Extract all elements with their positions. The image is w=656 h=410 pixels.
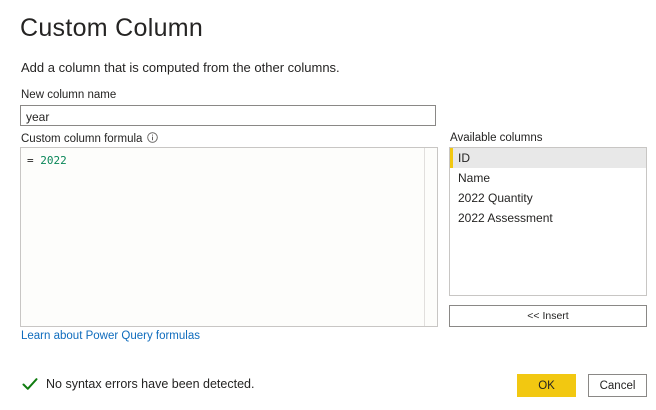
formula-value: 2022: [40, 154, 67, 167]
new-column-name-input[interactable]: [20, 105, 436, 126]
learn-power-query-link[interactable]: Learn about Power Query formulas: [21, 330, 200, 342]
new-column-name-label: New column name: [21, 89, 117, 101]
checkmark-icon: [22, 378, 38, 390]
formula-text[interactable]: = 2022: [27, 154, 67, 167]
formula-scrollbar-track: [424, 148, 425, 326]
insert-button[interactable]: << Insert: [449, 305, 647, 327]
custom-column-dialog: Custom Column Add a column that is compu…: [0, 0, 656, 410]
available-columns-label: Available columns: [450, 132, 543, 144]
custom-column-formula-label: Custom column formula: [21, 132, 159, 145]
cancel-button[interactable]: Cancel: [588, 374, 647, 397]
formula-label-text: Custom column formula: [21, 133, 143, 145]
syntax-status-text: No syntax errors have been detected.: [46, 377, 255, 391]
column-item-2022-quantity[interactable]: 2022 Quantity: [450, 188, 646, 208]
formula-editor[interactable]: = 2022: [20, 147, 438, 327]
info-icon[interactable]: [147, 132, 159, 143]
column-item-2022-assessment[interactable]: 2022 Assessment: [450, 208, 646, 228]
available-columns-list: ID Name 2022 Quantity 2022 Assessment: [449, 147, 647, 296]
dialog-subtitle: Add a column that is computed from the o…: [21, 60, 340, 75]
column-item-name[interactable]: Name: [450, 168, 646, 188]
syntax-status: No syntax errors have been detected.: [22, 377, 254, 391]
dialog-title: Custom Column: [20, 14, 204, 42]
column-item-id[interactable]: ID: [450, 148, 646, 168]
formula-operator: =: [27, 154, 41, 167]
ok-button[interactable]: OK: [517, 374, 576, 397]
